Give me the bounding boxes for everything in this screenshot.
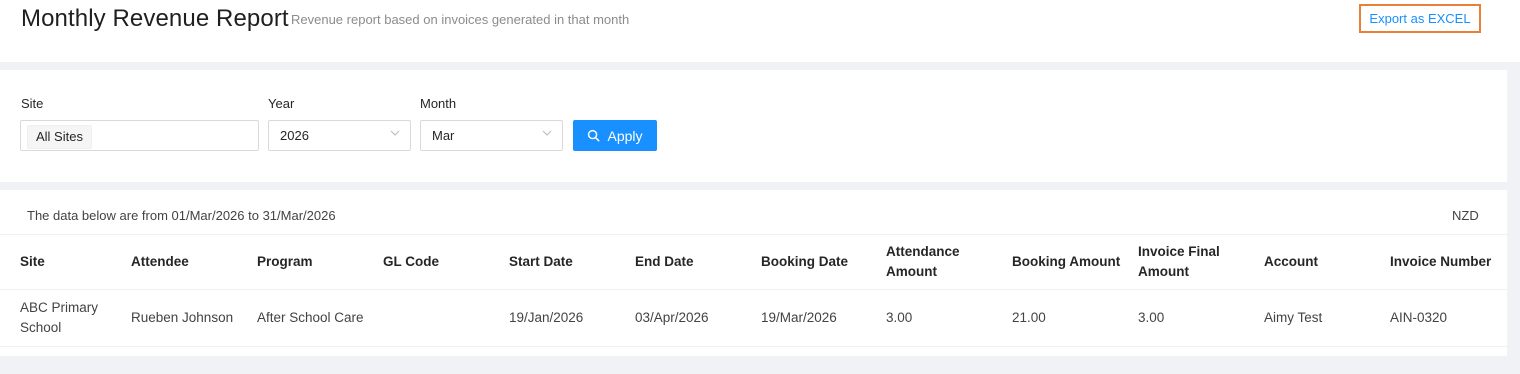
year-select[interactable]: 2026 [268,120,411,151]
column-header-invoice-number[interactable]: Invoice Number [1390,235,1505,289]
chevron-down-icon [390,130,400,136]
cell-program: After School Care [257,310,364,325]
site-label: Site [21,96,44,111]
year-value: 2026 [280,128,309,143]
apply-label: Apply [607,127,643,144]
cell-start-date: 19/Jan/2026 [509,310,584,325]
column-header-program[interactable]: Program [257,235,372,289]
chevron-down-icon [542,130,552,136]
site-select[interactable]: All Sites [20,120,259,151]
cell-attendee: Rueben Johnson [131,310,234,325]
year-label: Year [268,96,295,111]
cell-end-date: 03/Apr/2026 [635,310,709,325]
site-tag[interactable]: All Sites [27,125,92,149]
table-row: ABC Primary School Rueben Johnson After … [0,290,1507,347]
search-icon [588,129,600,142]
cell-booking-amount: 21.00 [1012,310,1046,325]
column-header-gl-code[interactable]: GL Code [383,235,498,289]
page-subtitle: Revenue report based on invoices generat… [291,12,630,27]
date-range-text: The data below are from 01/Mar/2026 to 3… [27,208,336,223]
column-header-start-date[interactable]: Start Date [509,235,624,289]
column-header-attendee[interactable]: Attendee [131,235,246,289]
column-header-booking-date[interactable]: Booking Date [761,235,876,289]
column-header-site[interactable]: Site [20,235,120,289]
month-select[interactable]: Mar [420,120,563,151]
cell-invoice-final-amount: 3.00 [1138,310,1165,325]
export-excel-button[interactable]: Export as EXCEL [1359,4,1481,33]
cell-account: Aimy Test [1264,310,1323,325]
currency-label: NZD [1452,208,1479,223]
cell-invoice-number[interactable]: AIN-0320 [1390,290,1505,346]
month-label: Month [420,96,457,111]
cell-booking-date: 19/Mar/2026 [761,310,837,325]
cell-attendance-amount: 3.00 [886,310,913,325]
report-table-panel: The data below are from 01/Mar/2026 to 3… [0,190,1507,356]
table-header: Site Attendee Program GL Code Start Date… [0,234,1507,290]
cell-site: ABC Primary School [20,300,99,335]
column-header-booking-amount[interactable]: Booking Amount [1012,235,1132,289]
apply-button[interactable]: Apply [573,120,657,151]
filter-panel: Site All Sites Year 2026 Month Mar Apply [0,70,1507,182]
column-header-invoice-final-amount[interactable]: Invoice Final Amount [1138,235,1238,289]
cell-gl-code [383,290,498,346]
month-value: Mar [432,128,455,143]
column-header-attendance-amount[interactable]: Attendance Amount [886,235,986,289]
column-header-account[interactable]: Account [1264,235,1379,289]
column-header-end-date[interactable]: End Date [635,235,750,289]
page-title: Monthly Revenue Report [21,5,289,32]
page-header: Monthly Revenue Report Revenue report ba… [0,0,1520,62]
